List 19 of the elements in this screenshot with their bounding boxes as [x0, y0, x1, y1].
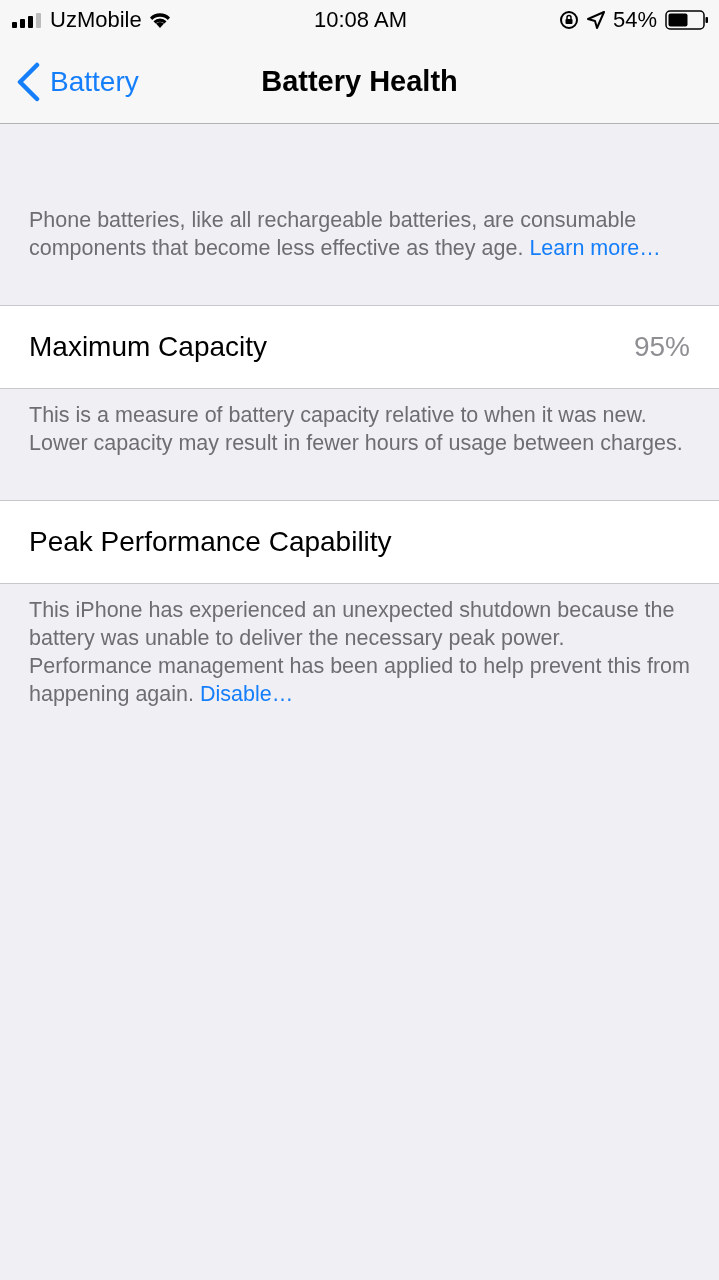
carrier-name: UzMobile: [50, 7, 142, 33]
row-label: Peak Performance Capability: [29, 526, 393, 558]
back-chevron-icon: [16, 61, 40, 102]
screen-title: Battery Health: [261, 65, 458, 98]
footer-link[interactable]: Disable…: [199, 682, 294, 706]
signal-icon: [12, 12, 44, 28]
footer-note: This iPhone has experienced an unexpected shutdown because the battery was unable to deliver the necessary peak power. Performance management has been applied to help prevent this from happening again. Disable…: [29, 597, 690, 708]
location-arrow-icon: [586, 11, 605, 29]
footer-note: This is a measure of battery capacity relative to when it was new. Lower capacity may result in fewer hours of usage between charges.: [29, 402, 684, 457]
wifi-icon: [147, 11, 172, 29]
clock-time: 10:08 AM: [314, 7, 407, 33]
row-value: 95%: [633, 331, 690, 363]
footer-note: Phone batteries, like all rechargeable batteries, are consumable components that become less effective as they age. Learn more…: [29, 207, 662, 262]
battery-icon: [665, 10, 709, 30]
rotation-lock-icon: [558, 10, 579, 30]
battery-percent: 54%: [612, 7, 657, 33]
footer-link[interactable]: Learn more…: [529, 236, 661, 260]
back-button[interactable]: Battery: [0, 51, 139, 112]
row-label: Maximum Capacity: [29, 331, 269, 363]
